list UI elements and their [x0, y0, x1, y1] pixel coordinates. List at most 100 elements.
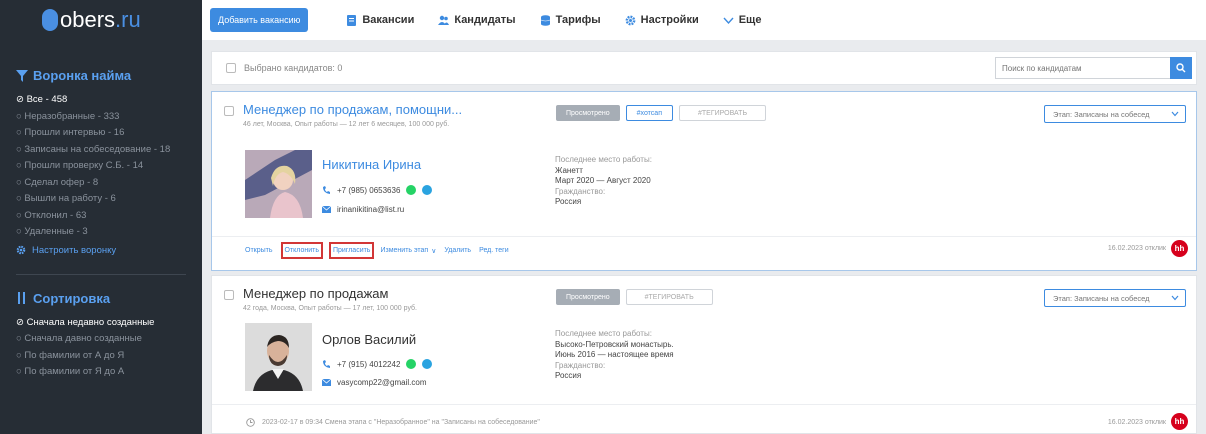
gear-icon — [16, 245, 26, 255]
chevron-down-icon: ∨ — [431, 247, 437, 255]
candidate-phone[interactable]: +7 (985) 0653636 — [322, 185, 433, 195]
candidate-phone[interactable]: +7 (915) 4012242 — [322, 359, 433, 369]
stage-select[interactable]: Этап: Записаны на собесед — [1044, 105, 1186, 123]
delete-link[interactable]: Удалить — [444, 247, 471, 254]
card-divider — [212, 236, 1196, 237]
configure-funnel-link[interactable]: Настроить воронку — [0, 245, 202, 256]
search-icon — [1176, 63, 1186, 73]
funnel-title: Воронка найма — [0, 68, 202, 83]
sidebar: obers .ru Воронка найма ⊘ Все - 458 ○ Нер… — [0, 0, 202, 434]
logo-text: obers — [60, 7, 116, 32]
funnel-item-hired[interactable]: ○ Вышли на работу - 6 — [16, 191, 202, 208]
phone-icon — [323, 185, 330, 194]
nav-candidates[interactable]: Кандидаты — [438, 14, 516, 26]
funnel-item-interviewed[interactable]: ○ Прошли интервью - 16 — [16, 125, 202, 142]
change-stage-link[interactable]: Изменить этап — [380, 247, 428, 254]
chevron-down-icon — [723, 17, 734, 24]
app-logo[interactable]: obers .ru — [0, 0, 202, 40]
users-icon — [438, 15, 450, 25]
funnel-item-offer[interactable]: ○ Сделал офер - 8 — [16, 175, 202, 192]
add-vacancy-button[interactable]: Добавить вакансию — [210, 8, 309, 32]
selected-count: Выбрано кандидатов: 0 — [244, 63, 343, 73]
invite-link[interactable]: Пригласить — [328, 242, 375, 259]
select-all-checkbox[interactable] — [226, 63, 236, 73]
candidate-name-link[interactable]: Орлов Василий — [322, 332, 416, 347]
whatsapp-icon[interactable] — [406, 185, 417, 195]
funnel-item-rejected[interactable]: ○ Отклонил - 63 — [16, 208, 202, 225]
tag-list: Просмотрено #ТЕГИРОВАТЬ — [556, 289, 719, 305]
email-icon — [322, 378, 331, 386]
sidebar-divider — [16, 273, 186, 275]
candidate-card: Менеджер по продажам 42 года, Москва, Оп… — [211, 275, 1197, 434]
candidate-photo[interactable] — [245, 150, 312, 218]
candidate-meta: 46 лет, Москва, Опыт работы — 12 лет 6 м… — [243, 121, 450, 128]
telegram-icon[interactable] — [422, 359, 433, 369]
nav-tariffs[interactable]: Тарифы — [540, 14, 601, 26]
candidate-email[interactable]: irinanikitina@list.ru — [322, 205, 404, 214]
logo-tld: .ru — [115, 7, 141, 32]
reject-link[interactable]: Отклонить — [280, 242, 323, 259]
nav-vacancies[interactable]: Вакансии — [346, 14, 414, 26]
candidate-photo-image — [245, 150, 312, 218]
hashtag-badge[interactable]: #хотсап — [625, 105, 673, 121]
funnel-item-unsorted[interactable]: ○ Неразобранные - 333 — [16, 109, 202, 126]
add-tag-button[interactable]: #ТЕГИРОВАТЬ — [679, 105, 767, 121]
chevron-down-icon — [1171, 111, 1179, 117]
whatsapp-icon[interactable] — [406, 359, 417, 369]
sort-title: Сортировка — [0, 291, 202, 306]
nav-more[interactable]: Еще — [723, 14, 761, 26]
candidate-photo-image — [245, 323, 312, 391]
response-date: 16.02.2023 отклик — [1107, 419, 1166, 426]
email-icon — [322, 205, 331, 213]
tag-list: Просмотрено #хотсап #ТЕГИРОВАТЬ — [556, 105, 772, 121]
search-button[interactable] — [1170, 57, 1192, 79]
hh-icon[interactable]: hh — [1171, 240, 1188, 257]
card-checkbox[interactable] — [224, 290, 234, 300]
chevron-down-icon — [1171, 295, 1179, 301]
phone-icon — [323, 359, 330, 368]
sort-icon — [18, 292, 25, 304]
candidate-meta: 42 года, Москва, Опыт работы — 17 лет, 1… — [243, 305, 417, 312]
gear-icon — [625, 15, 636, 25]
card-actions: Открыть Отклонить Пригласить Изменить эт… — [245, 242, 517, 259]
candidate-email[interactable]: vasycomp22@gmail.com — [322, 378, 426, 387]
sort-list: ⊘ Сначала недавно созданные ○ Сначала да… — [0, 315, 202, 381]
telegram-icon[interactable] — [422, 185, 433, 195]
funnel-item-security-check[interactable]: ○ Прошли проверку С.Б. - 14 — [16, 158, 202, 175]
card-divider — [212, 404, 1196, 405]
logo-mark — [42, 9, 58, 31]
funnel-list: ⊘ Все - 458 ○ Неразобранные - 333 ○ Прош… — [0, 92, 202, 241]
status-badge: Просмотрено — [556, 105, 620, 121]
funnel-item-deleted[interactable]: ○ Удаленные - 3 — [16, 224, 202, 241]
stage-select[interactable]: Этап: Записаны на собесед — [1044, 289, 1186, 307]
card-checkbox[interactable] — [224, 106, 234, 116]
top-navbar: Добавить вакансию Вакансии Кандидаты Тар… — [202, 0, 1206, 40]
edit-tags-link[interactable]: Ред. теги — [479, 247, 509, 254]
candidate-photo[interactable] — [245, 323, 312, 391]
status-badge: Просмотрено — [556, 289, 620, 305]
database-icon — [540, 14, 550, 26]
sort-item-newest[interactable]: ⊘ Сначала недавно созданные — [16, 315, 202, 332]
document-icon — [347, 14, 357, 26]
candidate-name-link[interactable]: Никитина Ирина — [322, 157, 421, 172]
clock-icon — [246, 418, 255, 427]
sort-item-oldest[interactable]: ○ Сначала давно созданные — [16, 331, 202, 348]
add-tag-button[interactable]: #ТЕГИРОВАТЬ — [625, 289, 713, 305]
open-link[interactable]: Открыть — [245, 247, 273, 254]
candidate-card: Менеджер по продажам, помощни... 46 лет,… — [211, 91, 1197, 271]
work-info: Последнее место работы: Жанетт Март 2020… — [555, 155, 652, 206]
hh-icon[interactable]: hh — [1171, 413, 1188, 430]
funnel-item-scheduled[interactable]: ○ Записаны на собеседование - 18 — [16, 142, 202, 159]
work-info: Последнее место работы: Высоко-Петровски… — [555, 329, 674, 380]
job-title-link[interactable]: Менеджер по продажам, помощни... — [243, 102, 462, 117]
filter-bar: Выбрано кандидатов: 0 — [211, 51, 1197, 85]
nav-settings[interactable]: Настройки — [625, 14, 699, 26]
sort-item-name-desc[interactable]: ○ По фамилии от Я до А — [16, 364, 202, 381]
stage-history: 2023-02-17 в 09:34 Смена этапа с "Неразо… — [246, 418, 540, 427]
job-title-link[interactable]: Менеджер по продажам — [243, 286, 388, 301]
response-date: 16.02.2023 отклик — [1107, 245, 1166, 252]
candidate-search — [995, 57, 1192, 79]
search-input[interactable] — [995, 57, 1170, 79]
funnel-item-all[interactable]: ⊘ Все - 458 — [16, 92, 202, 109]
sort-item-name-asc[interactable]: ○ По фамилии от А до Я — [16, 348, 202, 365]
